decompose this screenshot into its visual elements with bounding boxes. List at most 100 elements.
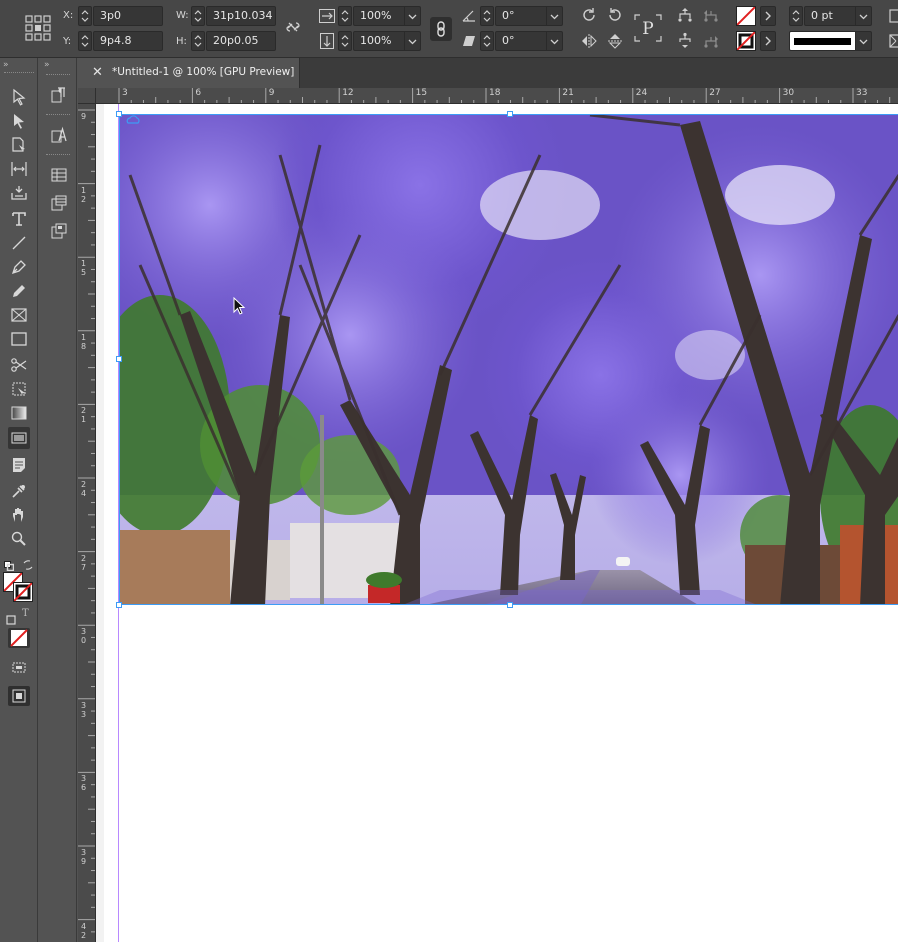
constrain-proportions-icon[interactable] [284,18,302,36]
preview-mode-icon[interactable] [8,686,30,706]
flip-vertical-icon[interactable] [606,32,624,50]
frame-handle-bottom-center[interactable] [507,602,513,608]
select-next-object-icon[interactable] [702,32,720,50]
cell-styles-panel-icon[interactable] [48,220,70,242]
screen-mode-icon[interactable] [9,660,29,676]
default-fill-stroke-icon[interactable] [4,556,15,572]
reference-point-icon[interactable] [24,14,52,42]
swap-fill-stroke-icon[interactable] [22,556,34,570]
h-stepper[interactable] [191,31,205,51]
selection-tool-icon[interactable] [8,86,30,108]
table-panel-icon[interactable] [48,164,70,186]
pen-tool-icon[interactable] [8,256,30,278]
gap-tool-icon[interactable] [8,158,30,180]
rotate-clockwise-icon[interactable] [580,6,598,24]
page-tool-icon[interactable] [8,134,30,156]
w-label: W: [176,10,189,21]
select-container-icon[interactable] [676,6,694,24]
collapse-tools-icon[interactable]: » [3,60,9,70]
formatting-text-icon[interactable]: T [22,608,29,619]
jacaranda-street-photo [120,115,898,604]
line-tool-icon[interactable] [8,232,30,254]
apply-none-swatch[interactable] [8,628,30,648]
fill-menu-chevron-icon[interactable] [760,6,776,26]
frame-handle-middle-left[interactable] [116,356,122,362]
gradient-feather-tool-icon[interactable] [8,427,30,449]
scale-x-field[interactable]: 100% [353,6,405,26]
stroke-type-dropdown[interactable] [856,31,872,51]
close-tab-icon[interactable]: ✕ [92,65,103,80]
scale-y-dropdown[interactable] [405,31,421,51]
shear-dropdown[interactable] [547,31,563,51]
ruler-h-label: 18 [489,88,501,98]
w-stepper[interactable] [191,6,205,26]
ruler-h-label: 9 [268,88,275,98]
gradient-swatch-tool-icon[interactable] [8,402,30,424]
shear-stepper[interactable] [480,31,494,51]
paragraph-styles-panel-icon[interactable] [48,84,70,106]
frame-handle-top-center[interactable] [507,111,513,117]
ruler-h-label: 24 [635,88,648,98]
scale-x-stepper[interactable] [338,6,352,26]
select-previous-object-icon[interactable] [702,6,720,24]
formatting-container-icon[interactable] [6,610,16,625]
ruler-h-label: 6 [195,88,202,98]
fit-content-icon[interactable] [888,32,898,50]
constrain-scale-link-icon[interactable] [430,17,452,41]
table-styles-panel-icon[interactable] [48,192,70,214]
free-transform-tool-icon[interactable] [8,378,30,400]
w-field[interactable]: 31p10.034 [206,6,276,26]
character-styles-panel-icon[interactable] [48,124,70,146]
stroke-swatch-tools[interactable] [13,582,33,602]
ruler-origin[interactable] [78,88,96,104]
rotate-counterclockwise-icon[interactable] [606,6,624,24]
vertical-ruler[interactable]: 9 12 15 18 21 24 27 30 33 36 39 42 [78,104,96,942]
expand-panels-icon[interactable]: » [44,60,50,70]
pencil-tool-icon[interactable] [8,280,30,302]
frame-handle-top-left[interactable] [116,111,122,117]
tools-grip[interactable] [4,72,34,74]
note-tool-icon[interactable] [8,454,30,476]
zoom-tool-icon[interactable] [8,528,30,550]
scale-x-dropdown[interactable] [405,6,421,26]
h-field[interactable]: 20p0.05 [206,31,276,51]
selected-object-p-icon[interactable]: P [632,12,664,44]
x-field[interactable]: 3p0 [93,6,163,26]
fill-none-swatch[interactable] [736,6,756,26]
stroke-weight-stepper[interactable] [789,6,803,26]
stroke-weight-field[interactable]: 0 pt [804,6,856,26]
shear-field[interactable]: 0° [495,31,547,51]
stroke-type-selector[interactable] [789,31,856,51]
stroke-menu-chevron-icon[interactable] [760,31,776,51]
image-frame[interactable] [119,114,898,605]
y-field[interactable]: 9p4.8 [93,31,163,51]
ruler-v-label: 27 [81,553,87,572]
stroke-weight-dropdown[interactable] [856,6,872,26]
direct-selection-tool-icon[interactable] [8,110,30,132]
x-stepper[interactable] [78,6,92,26]
eyedropper-tool-icon[interactable] [8,480,30,502]
select-content-icon[interactable] [676,32,694,50]
x-label: X: [63,10,74,21]
frame-fitting-icon[interactable] [888,7,898,25]
flip-horizontal-icon[interactable] [580,32,598,50]
stroke-none-swatch[interactable] [736,31,756,51]
frame-handle-bottom-left[interactable] [116,602,122,608]
svg-text:P: P [642,19,653,39]
rectangle-frame-tool-icon[interactable] [8,304,30,326]
h-label: H: [176,36,187,47]
rotation-field[interactable]: 0° [495,6,547,26]
scale-y-field[interactable]: 100% [353,31,405,51]
content-collector-tool-icon[interactable] [8,182,30,204]
hand-tool-icon[interactable] [8,504,30,526]
rotation-stepper[interactable] [480,6,494,26]
type-tool-icon[interactable] [8,208,30,230]
y-stepper[interactable] [78,31,92,51]
linked-image-badge-icon[interactable] [126,109,140,124]
rectangle-tool-icon[interactable] [8,328,30,350]
rotation-dropdown[interactable] [547,6,563,26]
scissors-tool-icon[interactable] [8,354,30,376]
document-tab[interactable]: ✕ *Untitled-1 @ 100% [GPU Preview] [78,58,300,88]
scale-y-stepper[interactable] [338,31,352,51]
horizontal-ruler[interactable]: 3 6 9 12 15 18 21 24 27 30 33 [96,88,898,104]
